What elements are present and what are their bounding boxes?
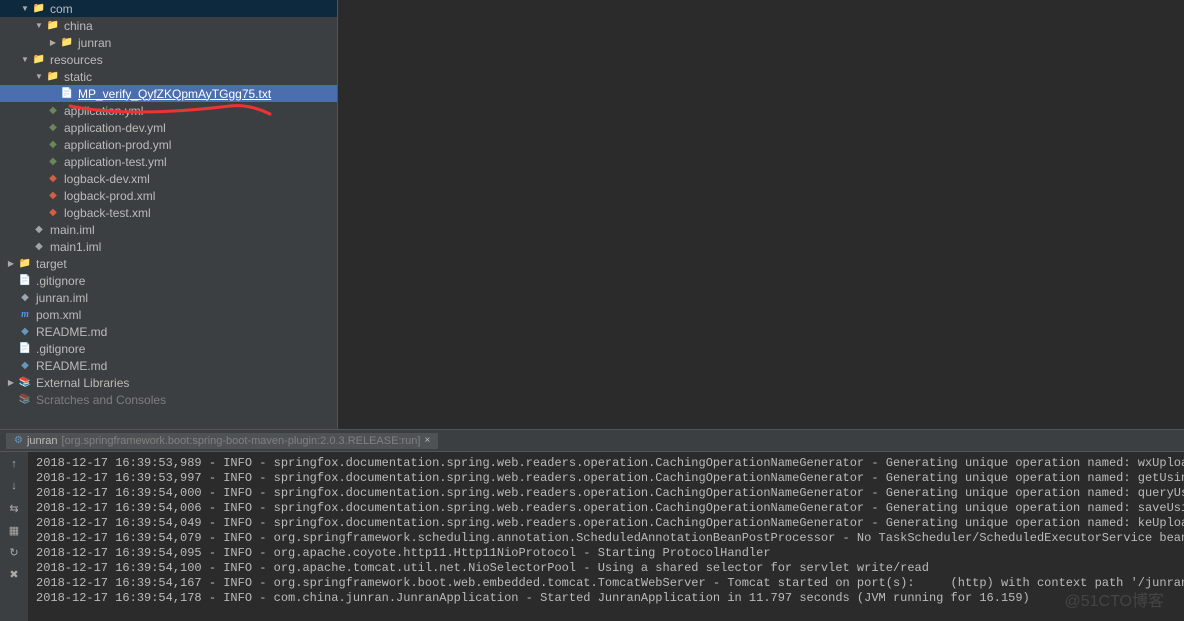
tree-item-label: README.md [36, 359, 107, 373]
folder-icon: 📁 [32, 2, 46, 16]
tree-item[interactable]: 📚 Scratches and Consoles [0, 391, 337, 408]
file-icon: 📄 [18, 342, 32, 356]
iml-icon: ◆ [32, 240, 46, 254]
tree-item-label: target [36, 257, 67, 271]
tree-item[interactable]: ◆ main1.iml [0, 238, 337, 255]
editor-area [338, 0, 1184, 429]
tree-item-label: junran [78, 36, 111, 50]
file-icon: 📄 [60, 87, 74, 101]
gutter-button[interactable]: ↓ [6, 478, 22, 494]
tree-item[interactable]: 📄 .gitignore [0, 272, 337, 289]
console-tab-name: junran [27, 435, 58, 447]
yml-icon: ◆ [46, 104, 60, 118]
expand-arrow-icon[interactable]: ▼ [20, 4, 30, 13]
tree-item-label: static [64, 70, 92, 84]
tree-item-label: application-test.yml [64, 155, 167, 169]
tree-item[interactable]: 📄 MP_verify_QyfZKQpmAyTGgg75.txt [0, 85, 337, 102]
tree-item-label: application-dev.yml [64, 121, 166, 135]
md-icon: ◆ [18, 359, 32, 373]
folder-icon: 📁 [46, 70, 60, 84]
expand-arrow-icon[interactable]: ▼ [34, 72, 44, 81]
tree-item-label: application.yml [64, 104, 143, 118]
console-tab-bar: ⚙ junran [org.springframework.boot:sprin… [0, 430, 1184, 452]
expand-arrow-icon[interactable]: ▼ [20, 55, 30, 64]
tree-item[interactable]: ▼📁 resources [0, 51, 337, 68]
tree-item-label: .gitignore [36, 342, 85, 356]
tree-item[interactable]: ◆ logback-dev.xml [0, 170, 337, 187]
tree-item[interactable]: 📄 .gitignore [0, 340, 337, 357]
expand-arrow-icon[interactable]: ▶ [48, 38, 58, 47]
tree-item[interactable]: m pom.xml [0, 306, 337, 323]
xml-icon: ◆ [46, 172, 60, 186]
tree-item-label: .gitignore [36, 274, 85, 288]
folder-icon: 📁 [60, 36, 74, 50]
m-icon: m [18, 308, 32, 322]
gutter-button[interactable]: ↻ [6, 544, 22, 560]
tree-item[interactable]: ▶📚 External Libraries [0, 374, 337, 391]
tree-item-label: logback-test.xml [64, 206, 151, 220]
console-log[interactable]: 2018-12-17 16:39:53,989 - INFO - springf… [28, 452, 1184, 621]
tree-item[interactable]: ◆ logback-prod.xml [0, 187, 337, 204]
expand-arrow-icon[interactable]: ▶ [6, 378, 16, 387]
tree-item[interactable]: ▼📁 static [0, 68, 337, 85]
tree-item-label: pom.xml [36, 308, 81, 322]
iml-icon: ◆ [32, 223, 46, 237]
tree-item-label: junran.iml [36, 291, 88, 305]
gutter-button[interactable]: ↑ [6, 456, 22, 472]
gutter-button[interactable]: ▦ [6, 522, 22, 538]
tree-item[interactable]: ◆ application-prod.yml [0, 136, 337, 153]
tree-item-label: main1.iml [50, 240, 101, 254]
folder-target-icon: 📁 [18, 257, 32, 271]
gutter-button[interactable]: ✖ [6, 566, 22, 582]
xml-icon: ◆ [46, 189, 60, 203]
tree-item[interactable]: ◆ main.iml [0, 221, 337, 238]
expand-arrow-icon[interactable]: ▼ [34, 21, 44, 30]
tree-item[interactable]: ▼📁 china [0, 17, 337, 34]
gutter-button[interactable]: ⇆ [6, 500, 22, 516]
yml-icon: ◆ [46, 138, 60, 152]
tree-item-label: com [50, 2, 73, 16]
tree-item-label: application-prod.yml [64, 138, 171, 152]
tree-item[interactable]: ◆ README.md [0, 323, 337, 340]
tree-item[interactable]: ▼📁 com [0, 0, 337, 17]
console-panel: ⚙ junran [org.springframework.boot:sprin… [0, 429, 1184, 621]
yml-icon: ◆ [46, 121, 60, 135]
ext-icon: 📚 [18, 393, 32, 407]
ext-icon: 📚 [18, 376, 32, 390]
folder-res-icon: 📁 [32, 53, 46, 67]
tree-item[interactable]: ◆ logback-test.xml [0, 204, 337, 221]
tree-item-label: resources [50, 53, 103, 67]
tree-item[interactable]: ◆ application-test.yml [0, 153, 337, 170]
tree-item-label: logback-dev.xml [64, 172, 150, 186]
tree-item-label: Scratches and Consoles [36, 393, 166, 407]
tree-item-label: china [64, 19, 93, 33]
tree-item-label: main.iml [50, 223, 95, 237]
close-icon[interactable]: × [424, 435, 430, 446]
tree-item[interactable]: ◆ application.yml [0, 102, 337, 119]
yml-icon: ◆ [46, 155, 60, 169]
file-icon: 📄 [18, 274, 32, 288]
expand-arrow-icon[interactable]: ▶ [6, 259, 16, 268]
tree-item[interactable]: ◆ junran.iml [0, 289, 337, 306]
project-tree[interactable]: ▼📁com▼📁china▶📁junran▼📁resources▼📁static📄… [0, 0, 338, 429]
tree-item-label: External Libraries [36, 376, 129, 390]
console-tab-detail: [org.springframework.boot:spring-boot-ma… [62, 435, 421, 447]
tree-item-label: MP_verify_QyfZKQpmAyTGgg75.txt [78, 87, 271, 101]
folder-icon: 📁 [46, 19, 60, 33]
tree-item[interactable]: ▶📁 target [0, 255, 337, 272]
iml-icon: ◆ [18, 291, 32, 305]
md-icon: ◆ [18, 325, 32, 339]
console-tab-run[interactable]: ⚙ junran [org.springframework.boot:sprin… [6, 433, 438, 449]
tree-item[interactable]: ◆ application-dev.yml [0, 119, 337, 136]
gear-icon: ⚙ [14, 435, 23, 446]
tree-item-label: README.md [36, 325, 107, 339]
tree-item-label: logback-prod.xml [64, 189, 155, 203]
console-gutter: ↑ ↓ ⇆ ▦ ↻ ✖ [0, 452, 28, 621]
xml-icon: ◆ [46, 206, 60, 220]
tree-item[interactable]: ▶📁 junran [0, 34, 337, 51]
tree-item[interactable]: ◆ README.md [0, 357, 337, 374]
